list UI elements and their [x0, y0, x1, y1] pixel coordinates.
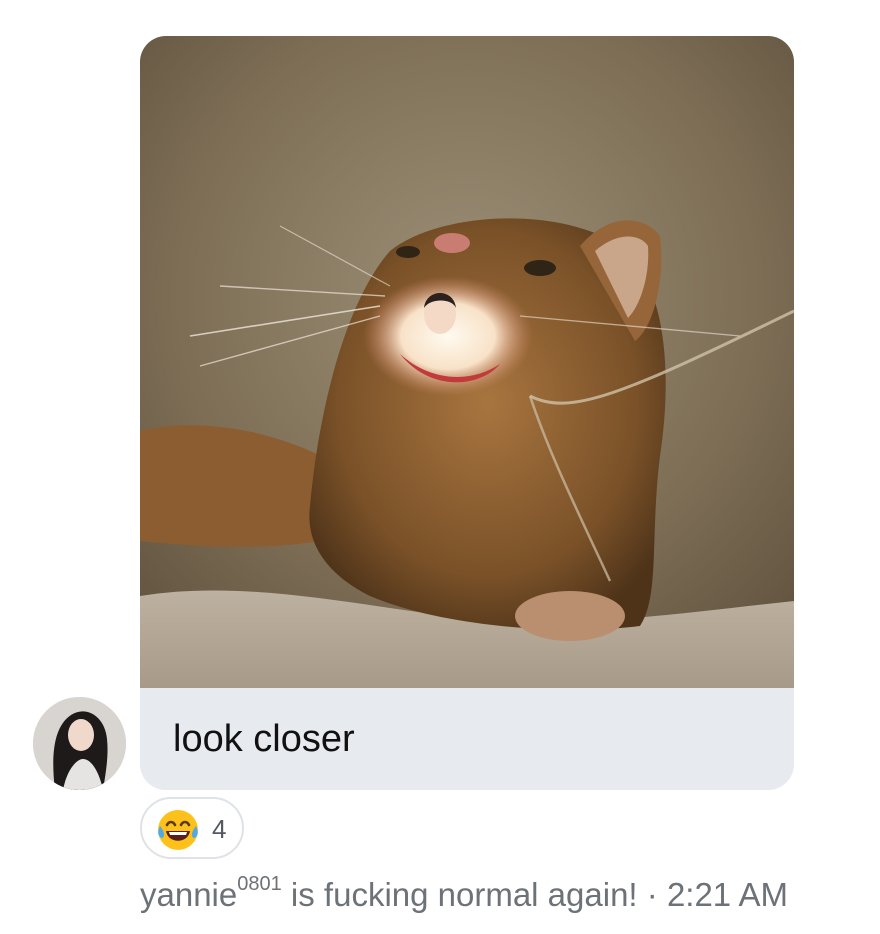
message-caption: look closer [140, 688, 794, 790]
profile-photo-icon [33, 697, 126, 790]
message-bubble[interactable]: look closer [140, 36, 794, 790]
sender-name-superscript: 0801 [237, 873, 282, 895]
meta-separator: · [637, 876, 667, 913]
message-time: 2:21 AM [666, 876, 789, 913]
avatar[interactable] [33, 697, 126, 790]
reaction-chip[interactable]: 4 [140, 797, 244, 859]
message-photo[interactable] [140, 36, 794, 688]
sender-name-base: yannie [140, 876, 238, 913]
sender-status: is fucking normal again! [281, 876, 638, 913]
face-with-tears-of-joy-icon [158, 810, 198, 850]
message-meta: yannie0801 is fucking normal again! · 2:… [140, 874, 788, 916]
caption-text: look closer [173, 718, 355, 760]
sender-name[interactable]: yannie0801 [140, 873, 282, 913]
reaction-count: 4 [212, 814, 227, 844]
